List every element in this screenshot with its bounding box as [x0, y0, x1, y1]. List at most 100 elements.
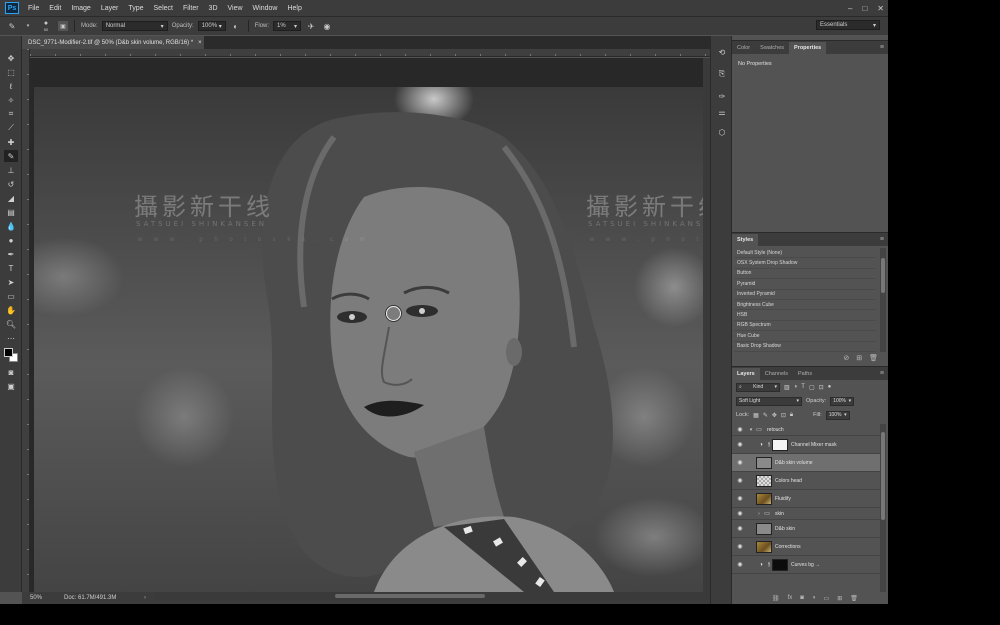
- pressure-size-icon[interactable]: ◉: [321, 20, 333, 32]
- pen-tool-icon[interactable]: ✒: [4, 248, 18, 260]
- tab-paths[interactable]: Paths: [793, 368, 817, 380]
- layer-row[interactable]: ◉ ▾ ▭ retouch: [732, 424, 880, 436]
- style-item[interactable]: HSB: [734, 310, 876, 321]
- layer-thumbnail[interactable]: [756, 540, 772, 553]
- visibility-eye-icon[interactable]: ◉: [732, 426, 748, 433]
- status-menu-arrow[interactable]: ›: [144, 595, 146, 601]
- screen-mode-icon[interactable]: ▣: [4, 380, 18, 392]
- tab-properties[interactable]: Properties: [789, 42, 827, 54]
- eyedropper-tool-icon[interactable]: ⟋: [4, 122, 18, 134]
- layer-opacity-input[interactable]: 100% ▾: [830, 396, 855, 406]
- tab-channels[interactable]: Channels: [760, 368, 793, 380]
- menu-image[interactable]: Image: [66, 5, 95, 12]
- brush-tool-icon[interactable]: ✎: [4, 150, 18, 162]
- filter-adjustment-icon[interactable]: ◑: [794, 384, 798, 390]
- layer-row[interactable]: ◉ ◑ § Channel Mixer mask: [732, 436, 880, 454]
- brush-presets-icon[interactable]: ✑: [716, 90, 728, 102]
- quick-select-tool-icon[interactable]: ✧: [4, 94, 18, 106]
- delete-style-icon[interactable]: 🗑︎: [869, 354, 878, 362]
- layer-row[interactable]: ◉ Colors head: [732, 472, 880, 490]
- opacity-input[interactable]: 100% ▾: [197, 21, 226, 31]
- layer-filter-select[interactable]: ⌕ Kind ▾: [736, 382, 780, 392]
- layer-row[interactable]: ◉ Fluidify: [732, 490, 880, 508]
- zoom-tool-icon[interactable]: 🔍︎: [4, 318, 18, 330]
- style-item[interactable]: Brightness Cube: [734, 300, 876, 311]
- history-brush-tool-icon[interactable]: ↺: [4, 178, 18, 190]
- panel-menu-icon[interactable]: ≡: [880, 236, 884, 243]
- add-mask-icon[interactable]: ◙: [800, 595, 804, 602]
- filter-type-icon[interactable]: T: [801, 384, 805, 390]
- layer-thumbnail[interactable]: [756, 474, 772, 487]
- layer-mask-thumbnail[interactable]: [772, 558, 788, 571]
- style-item[interactable]: Hue Cube: [734, 331, 876, 342]
- history-panel-icon[interactable]: ⟲: [716, 46, 728, 58]
- crop-tool-icon[interactable]: ⌗: [4, 108, 18, 120]
- delete-layer-icon[interactable]: 🗑︎: [850, 595, 858, 602]
- menu-view[interactable]: View: [223, 5, 248, 12]
- fill-input[interactable]: 100% ▾: [825, 410, 850, 420]
- layers-scroll-thumb[interactable]: [881, 432, 885, 520]
- chevron-down-icon[interactable]: ▾: [22, 20, 34, 32]
- close-window-button[interactable]: ✕: [877, 4, 884, 13]
- foreground-color-swatch[interactable]: [4, 348, 13, 357]
- horizontal-ruler[interactable]: [30, 49, 710, 57]
- style-item[interactable]: RGB Spectrum: [734, 321, 876, 332]
- visibility-eye-icon[interactable]: ◉: [732, 543, 748, 550]
- vertical-ruler[interactable]: [22, 49, 30, 592]
- gradient-tool-icon[interactable]: ▤: [4, 206, 18, 218]
- move-tool-icon[interactable]: ✥: [4, 52, 18, 64]
- marquee-tool-icon[interactable]: ⬚: [4, 66, 18, 78]
- pressure-opacity-icon[interactable]: ◐: [230, 20, 242, 32]
- visibility-eye-icon[interactable]: ◉: [732, 459, 748, 466]
- adjustments-icon[interactable]: ⚌: [716, 106, 728, 118]
- workspace-select[interactable]: Essentials ▾: [816, 20, 880, 30]
- style-item[interactable]: Inverted Pyramid: [734, 290, 876, 300]
- panel-menu-icon[interactable]: ≡: [880, 370, 884, 377]
- eraser-tool-icon[interactable]: ◢: [4, 192, 18, 204]
- lock-position-icon[interactable]: ✥: [772, 412, 777, 419]
- maximize-button[interactable]: □: [862, 4, 867, 13]
- layer-row[interactable]: ◉ D&b skin volume: [732, 454, 880, 472]
- airbrush-icon[interactable]: ✈: [305, 20, 317, 32]
- visibility-eye-icon[interactable]: ◉: [732, 441, 748, 448]
- menu-window[interactable]: Window: [248, 5, 283, 12]
- lasso-tool-icon[interactable]: ℓ: [4, 80, 18, 92]
- new-group-icon[interactable]: ▭: [824, 595, 830, 602]
- filter-shape-icon[interactable]: ▢: [809, 384, 815, 391]
- visibility-eye-icon[interactable]: ◉: [732, 561, 748, 568]
- zoom-level[interactable]: 50%: [22, 595, 54, 601]
- new-style-icon[interactable]: ⊞: [856, 354, 862, 362]
- layers-scrollbar[interactable]: [880, 424, 886, 592]
- more-tools-icon[interactable]: ⋯: [4, 332, 18, 344]
- layer-row[interactable]: ◉ Corrections: [732, 538, 880, 556]
- dodge-tool-icon[interactable]: ●: [4, 234, 18, 246]
- style-item[interactable]: Basic Drop Shadow: [734, 342, 876, 352]
- hand-tool-icon[interactable]: ✋: [4, 304, 18, 316]
- visibility-eye-icon[interactable]: ◉: [732, 510, 748, 517]
- horizontal-scrollbar[interactable]: [155, 592, 710, 600]
- styles-scrollbar[interactable]: [880, 248, 886, 352]
- 3d-panel-icon[interactable]: ⬡: [716, 126, 728, 138]
- filter-smart-object-icon[interactable]: ⊡: [819, 384, 824, 391]
- layer-thumbnail[interactable]: [756, 522, 772, 535]
- layer-thumbnail[interactable]: [756, 492, 772, 505]
- filter-toggle-icon[interactable]: ●: [828, 384, 832, 390]
- style-item[interactable]: Button: [734, 269, 876, 280]
- type-tool-icon[interactable]: T: [4, 262, 18, 274]
- tab-swatches[interactable]: Swatches: [755, 42, 789, 54]
- menu-help[interactable]: Help: [282, 5, 306, 12]
- lock-pixels-icon[interactable]: ✎: [763, 412, 768, 419]
- vertical-scrollbar[interactable]: [703, 58, 710, 592]
- menu-type[interactable]: Type: [123, 5, 148, 12]
- horizontal-scroll-thumb[interactable]: [335, 594, 485, 598]
- new-adjustment-icon[interactable]: ◑: [812, 595, 816, 602]
- portrait-photo[interactable]: 攝影新干线 SATSUEI SHINKANSEN w w w . p h o t…: [34, 87, 704, 592]
- quick-mask-icon[interactable]: ◙: [4, 366, 18, 378]
- rectangle-tool-icon[interactable]: ▭: [4, 290, 18, 302]
- clone-stamp-tool-icon[interactable]: ⊥: [4, 164, 18, 176]
- document-tab[interactable]: DSC_9771-Modifier-2.tif @ 50% (D&b skin …: [22, 36, 204, 49]
- lock-transparency-icon[interactable]: ▦: [753, 412, 759, 419]
- style-item[interactable]: OSX System Drop Shadow: [734, 258, 876, 269]
- new-layer-icon[interactable]: ⊞: [837, 595, 842, 602]
- tool-presets-icon[interactable]: ⎘: [716, 68, 728, 80]
